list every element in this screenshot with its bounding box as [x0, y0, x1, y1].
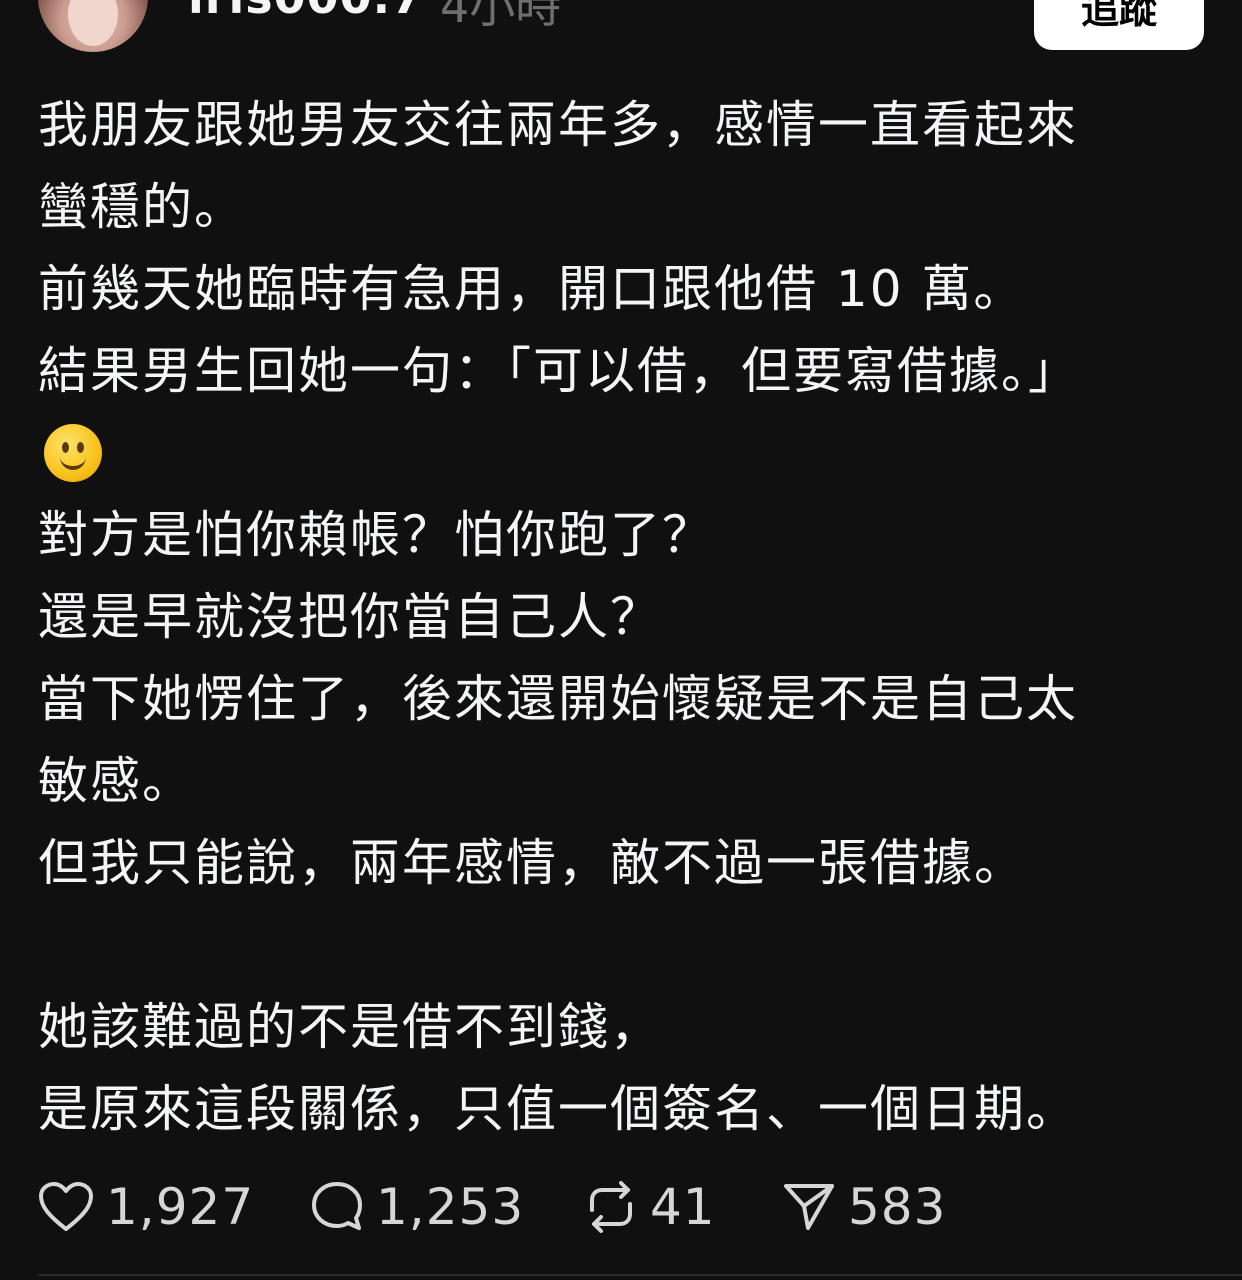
emoji-line: [38, 412, 1208, 494]
post-body: 我朋友跟她男友交往兩年多，感情一直看起來 蠻穩的。 前幾天她臨時有急用，開口跟他…: [38, 84, 1208, 1150]
post-timestamp: 4小時: [440, 0, 562, 33]
post-line: 我朋友跟她男友交往兩年多，感情一直看起來: [38, 96, 1078, 154]
repost-button[interactable]: 41: [584, 1172, 716, 1242]
share-button[interactable]: 583: [782, 1172, 946, 1242]
repost-icon: [584, 1180, 638, 1234]
avatar[interactable]: [38, 0, 148, 52]
like-button[interactable]: 1,927: [38, 1172, 254, 1242]
slightly-smiling-face-icon: [44, 424, 102, 482]
post-header: iris000.7 4小時 追蹤: [0, 0, 1242, 60]
follow-button[interactable]: 追蹤: [1034, 0, 1204, 50]
like-count: 1,927: [106, 1178, 255, 1236]
heart-icon: [38, 1181, 94, 1233]
send-icon: [782, 1180, 836, 1234]
post-line: 她該難過的不是借不到錢，: [38, 998, 662, 1056]
repost-count: 41: [650, 1178, 716, 1236]
post-line: 結果男生回她一句：「可以借，但要寫借據。」: [38, 342, 1080, 400]
comment-bubble-icon: [310, 1180, 364, 1234]
post-line: 敏感。: [38, 752, 194, 810]
post-line: 前幾天她臨時有急用，開口跟他借 10 萬。: [38, 260, 1026, 318]
post-line: 是原來這段關係，只值一個簽名、一個日期。: [38, 1080, 1078, 1138]
username[interactable]: iris000.7: [188, 0, 424, 24]
comment-button[interactable]: 1,253: [310, 1172, 524, 1242]
post-line: 蠻穩的。: [38, 178, 246, 236]
post-line: 對方是怕你賴帳？怕你跑了？: [38, 506, 714, 564]
share-count: 583: [848, 1178, 947, 1236]
post-line: 但我只能說，兩年感情，敵不過一張借據。: [38, 834, 1026, 892]
post-line: 當下她愣住了，後來還開始懷疑是不是自己太: [38, 670, 1078, 728]
comment-count: 1,253: [376, 1178, 525, 1236]
post-line: 還是早就沒把你當自己人？: [38, 588, 662, 646]
divider: [38, 1274, 1242, 1276]
